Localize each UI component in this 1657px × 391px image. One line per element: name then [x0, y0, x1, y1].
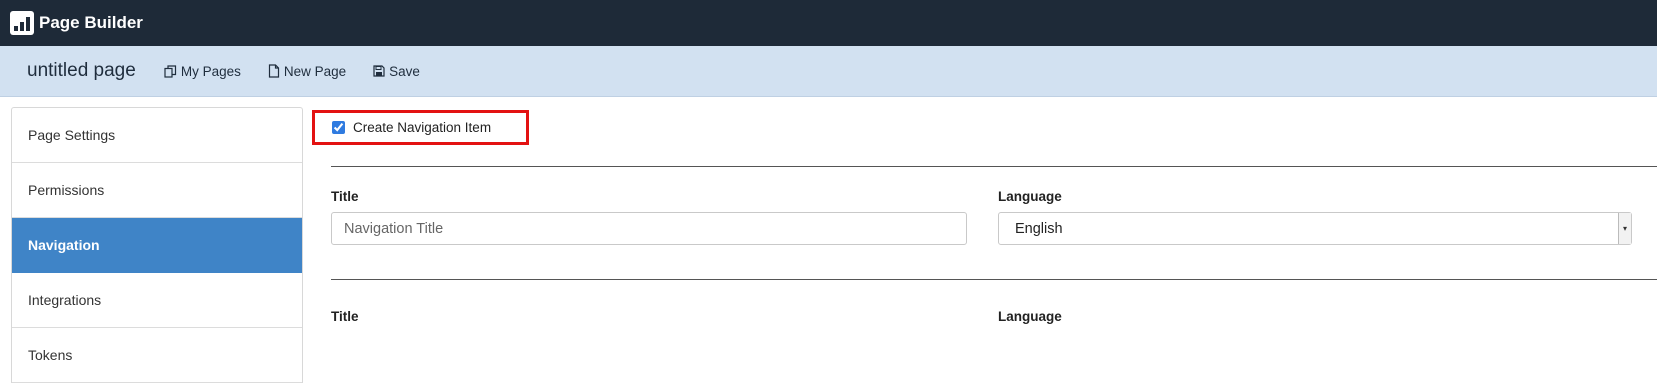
language-label: Language — [998, 189, 1062, 204]
create-navigation-item-option[interactable]: Create Navigation Item — [312, 110, 529, 145]
chevron-down-icon[interactable]: ▾ — [1618, 213, 1631, 244]
create-navigation-item-label: Create Navigation Item — [353, 120, 492, 135]
bar-chart-icon — [10, 11, 34, 35]
top-navbar: Page Builder — [0, 0, 1657, 46]
app-brand[interactable]: Page Builder — [10, 11, 143, 35]
sidebar-item-label: Tokens — [28, 347, 73, 363]
navigation-title-input[interactable] — [331, 212, 967, 245]
divider — [331, 166, 1657, 167]
language-selected-value: English — [1015, 220, 1063, 237]
sidebar-item-label: Page Settings — [28, 127, 116, 143]
copy-icon — [164, 64, 176, 78]
page-toolbar: untitled page My Pages New Page Save — [0, 46, 1657, 97]
sidebar-item-label: Permissions — [28, 182, 105, 198]
sidebar-item-label: Navigation — [28, 237, 100, 253]
divider — [331, 279, 1657, 280]
sidebar-item-navigation[interactable]: Navigation — [12, 218, 302, 273]
new-page-label: New Page — [283, 63, 347, 79]
settings-sidebar: Page Settings Permissions Navigation Int… — [11, 107, 303, 383]
document-icon — [268, 64, 279, 78]
language-select[interactable]: English ▾ — [998, 212, 1632, 245]
sidebar-item-integrations[interactable]: Integrations — [12, 273, 302, 328]
sidebar-item-page-settings[interactable]: Page Settings — [12, 108, 302, 163]
sidebar-item-permissions[interactable]: Permissions — [12, 163, 302, 218]
floppy-disk-icon — [373, 65, 385, 77]
sidebar-item-tokens[interactable]: Tokens — [12, 328, 302, 383]
title-label: Title — [331, 189, 359, 204]
page-title: untitled page — [27, 60, 136, 81]
app-title: Page Builder — [39, 13, 143, 32]
save-button[interactable]: Save — [373, 64, 420, 79]
create-navigation-item-checkbox[interactable] — [332, 121, 345, 134]
language-label: Language — [998, 309, 1062, 324]
title-label: Title — [331, 309, 359, 324]
my-pages-button[interactable]: My Pages — [164, 64, 241, 79]
sidebar-item-label: Integrations — [28, 292, 102, 308]
new-page-button[interactable]: New Page — [268, 64, 346, 79]
my-pages-label: My Pages — [180, 63, 241, 79]
save-label: Save — [389, 63, 420, 79]
